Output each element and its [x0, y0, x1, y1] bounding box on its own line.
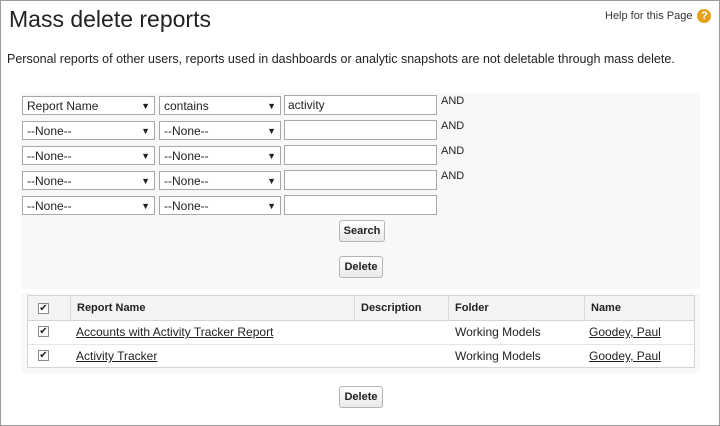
criteria-operator-select-1[interactable]: contains ▼ [159, 96, 281, 115]
dropdown-arrow-icon: ▼ [141, 126, 150, 136]
delete-button-top[interactable]: Delete [339, 256, 383, 278]
help-link[interactable]: Help for this Page ? [605, 9, 712, 23]
dropdown-arrow-icon: ▼ [267, 176, 276, 186]
criteria-value-input-3[interactable] [284, 145, 437, 165]
select-all-checkbox[interactable]: ✔ [38, 303, 49, 314]
criteria-field-select-5[interactable]: --None-- ▼ [22, 196, 155, 215]
report-name-link[interactable]: Accounts with Activity Tracker Report [76, 320, 273, 344]
results-table: ✔ Report Name Description Folder Name ✔ … [27, 295, 695, 368]
criteria-value-input-4[interactable] [284, 170, 437, 190]
delete-button-bottom[interactable]: Delete [339, 386, 383, 408]
dropdown-arrow-icon: ▼ [141, 201, 150, 211]
column-header-report-name[interactable]: Report Name [70, 296, 354, 320]
criteria-connector-4: AND [441, 170, 465, 182]
help-icon[interactable]: ? [697, 9, 712, 23]
dropdown-arrow-icon: ▼ [267, 126, 276, 136]
criteria-operator-select-2[interactable]: --None-- ▼ [159, 121, 281, 140]
dropdown-arrow-icon: ▼ [267, 151, 276, 161]
help-label[interactable]: Help for this Page [605, 10, 692, 22]
report-folder: Working Models [455, 325, 541, 339]
dropdown-arrow-icon: ▼ [267, 101, 276, 111]
criteria-value-input-2[interactable] [284, 120, 437, 140]
criteria-connector-3: AND [441, 145, 465, 157]
criteria-field-select-3[interactable]: --None-- ▼ [22, 146, 155, 165]
criteria-field-select-2[interactable]: --None-- ▼ [22, 121, 155, 140]
page-title: Mass delete reports [9, 6, 211, 32]
owner-name-link[interactable]: Goodey, Paul [589, 344, 661, 368]
table-row: ✔ Accounts with Activity Tracker Report … [28, 320, 694, 345]
criteria-operator-select-3[interactable]: --None-- ▼ [159, 146, 281, 165]
criteria-connector-1: AND [441, 95, 465, 107]
mass-delete-page: Mass delete reports Help for this Page ?… [0, 0, 720, 426]
dropdown-arrow-icon: ▼ [141, 176, 150, 186]
table-header: ✔ Report Name Description Folder Name [28, 296, 694, 321]
column-header-name[interactable]: Name [584, 296, 694, 320]
page-description: Personal reports of other users, reports… [7, 52, 675, 66]
search-button[interactable]: Search [339, 220, 385, 242]
criteria-connector-2: AND [441, 120, 465, 132]
owner-name-link[interactable]: Goodey, Paul [589, 320, 661, 344]
column-header-folder[interactable]: Folder [448, 296, 584, 320]
criteria-field-select-4[interactable]: --None-- ▼ [22, 171, 155, 190]
row-checkbox[interactable]: ✔ [38, 326, 49, 337]
criteria-operator-select-4[interactable]: --None-- ▼ [159, 171, 281, 190]
dropdown-arrow-icon: ▼ [141, 101, 150, 111]
dropdown-arrow-icon: ▼ [141, 151, 150, 161]
row-checkbox[interactable]: ✔ [38, 350, 49, 361]
dropdown-arrow-icon: ▼ [267, 201, 276, 211]
criteria-value-input-5[interactable] [284, 195, 437, 215]
table-row: ✔ Activity Tracker Working Models Goodey… [28, 344, 694, 368]
criteria-operator-select-5[interactable]: --None-- ▼ [159, 196, 281, 215]
report-folder: Working Models [455, 349, 541, 363]
column-header-description[interactable]: Description [354, 296, 448, 320]
report-name-link[interactable]: Activity Tracker [76, 344, 157, 368]
criteria-value-input-1[interactable]: activity [284, 95, 437, 115]
criteria-field-select-1[interactable]: Report Name ▼ [22, 96, 155, 115]
